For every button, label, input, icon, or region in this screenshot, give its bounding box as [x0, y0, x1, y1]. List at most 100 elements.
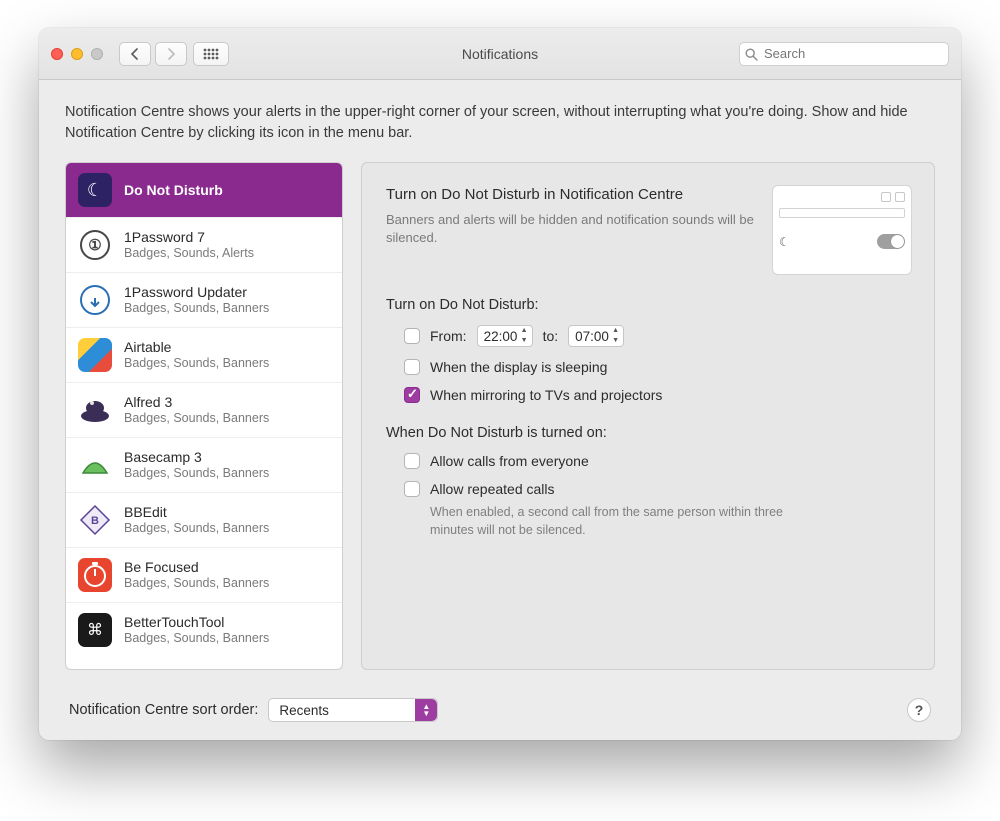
row-title: BBEdit: [124, 504, 269, 521]
zoom-window-button[interactable]: [91, 48, 103, 60]
1password-updater-icon: [78, 283, 112, 317]
window-controls: [51, 48, 103, 60]
settings-panel: Turn on Do Not Disturb in Notification C…: [361, 162, 935, 670]
to-label: to:: [543, 328, 559, 344]
sidebar-item-alfred[interactable]: Alfred 3 Badges, Sounds, Banners: [66, 383, 342, 438]
opt-from-time: From: 22:00 ▲▼ to: 07:00 ▲▼: [386, 325, 912, 347]
sidebar-item-bbedit[interactable]: B BBEdit Badges, Sounds, Banners: [66, 493, 342, 548]
opt-allow-calls[interactable]: Allow calls from everyone: [386, 453, 912, 469]
opt-label: Allow repeated calls: [430, 481, 555, 497]
1password-icon: ①: [78, 228, 112, 262]
chevron-right-icon: [166, 48, 176, 60]
moon-icon: ☾: [779, 235, 790, 249]
settings-subheading: Banners and alerts will be hidden and no…: [386, 211, 754, 247]
show-all-button[interactable]: [193, 42, 229, 66]
notification-centre-preview: ☾: [772, 185, 912, 275]
row-title: BetterTouchTool: [124, 614, 269, 631]
row-subtitle: Badges, Sounds, Alerts: [124, 246, 254, 261]
nav-buttons: [119, 42, 187, 66]
row-subtitle: Badges, Sounds, Banners: [124, 411, 269, 426]
alfred-icon: [78, 393, 112, 427]
intro-text: Notification Centre shows your alerts in…: [65, 102, 935, 144]
preferences-window: Notifications Notification Centre shows …: [39, 28, 961, 740]
opt-label: When the display is sleeping: [430, 359, 607, 375]
from-time-value: 22:00: [484, 329, 518, 344]
sidebar-item-be-focused[interactable]: Be Focused Badges, Sounds, Banners: [66, 548, 342, 603]
sidebar-item-do-not-disturb[interactable]: ☾ Do Not Disturb: [66, 163, 342, 218]
row-title: Be Focused: [124, 559, 269, 576]
close-window-button[interactable]: [51, 48, 63, 60]
allow-calls-checkbox[interactable]: [404, 453, 420, 469]
basecamp-icon: [78, 448, 112, 482]
chevron-left-icon: [130, 48, 140, 60]
row-title: 1Password 7: [124, 229, 254, 246]
sidebar-item-1password-updater[interactable]: 1Password Updater Badges, Sounds, Banner…: [66, 273, 342, 328]
forward-button[interactable]: [155, 42, 187, 66]
row-title: 1Password Updater: [124, 284, 269, 301]
sort-order-value: Recents: [279, 703, 329, 718]
row-title: Basecamp 3: [124, 449, 269, 466]
stepper-icon[interactable]: ▲▼: [610, 327, 621, 345]
row-subtitle: Badges, Sounds, Banners: [124, 576, 269, 591]
from-label: From:: [430, 328, 467, 344]
from-time-field[interactable]: 22:00 ▲▼: [477, 325, 533, 347]
row-subtitle: Badges, Sounds, Banners: [124, 521, 269, 536]
section-label: When Do Not Disturb is turned on:: [386, 425, 912, 441]
preview-toggle: [877, 234, 905, 249]
row-title: Alfred 3: [124, 394, 269, 411]
sidebar-item-basecamp[interactable]: Basecamp 3 Badges, Sounds, Banners: [66, 438, 342, 493]
bettertouchtool-icon: ⌘: [78, 613, 112, 647]
row-subtitle: Badges, Sounds, Banners: [124, 631, 269, 646]
stepper-icon[interactable]: ▲▼: [519, 327, 530, 345]
mirroring-checkbox[interactable]: [404, 387, 420, 403]
row-subtitle: Badges, Sounds, Banners: [124, 466, 269, 481]
app-list[interactable]: ☾ Do Not Disturb ① 1Password 7 Badges, S…: [65, 162, 343, 670]
dnd-on-section: When Do Not Disturb is turned on: Allow …: [386, 425, 912, 539]
sidebar-item-bettertouchtool[interactable]: ⌘ BetterTouchTool Badges, Sounds, Banner…: [66, 603, 342, 657]
repeated-calls-checkbox[interactable]: [404, 481, 420, 497]
display-sleeping-checkbox[interactable]: [404, 359, 420, 375]
opt-display-sleeping[interactable]: When the display is sleeping: [386, 359, 912, 375]
settings-header: Turn on Do Not Disturb in Notification C…: [386, 185, 912, 275]
preview-bar: [779, 208, 905, 218]
to-time-value: 07:00: [575, 329, 609, 344]
to-time-field[interactable]: 07:00 ▲▼: [568, 325, 624, 347]
section-label: Turn on Do Not Disturb:: [386, 297, 912, 313]
row-title: Airtable: [124, 339, 269, 356]
opt-mirroring[interactable]: When mirroring to TVs and projectors: [386, 387, 912, 403]
bbedit-icon: B: [78, 503, 112, 537]
titlebar: Notifications: [39, 28, 961, 80]
panels: ☾ Do Not Disturb ① 1Password 7 Badges, S…: [65, 162, 935, 670]
back-button[interactable]: [119, 42, 151, 66]
airtable-icon: [78, 338, 112, 372]
row-subtitle: Badges, Sounds, Banners: [124, 301, 269, 316]
grid-button-group: [193, 42, 229, 66]
from-checkbox[interactable]: [404, 328, 420, 344]
opt-label: When mirroring to TVs and projectors: [430, 387, 662, 403]
search-field-wrapper[interactable]: [739, 42, 949, 66]
moon-icon: ☾: [78, 173, 112, 207]
footer: Notification Centre sort order: Recents …: [65, 684, 935, 722]
dropdown-caret-icon: ▲▼: [415, 699, 437, 721]
grid-icon: [203, 48, 219, 60]
repeated-calls-note: When enabled, a second call from the sam…: [386, 503, 816, 539]
search-input[interactable]: [764, 46, 942, 61]
sidebar-item-airtable[interactable]: Airtable Badges, Sounds, Banners: [66, 328, 342, 383]
search-icon: [745, 48, 758, 61]
window-body: Notification Centre shows your alerts in…: [39, 80, 961, 740]
list-mini-icon: [895, 192, 905, 202]
settings-heading: Turn on Do Not Disturb in Notification C…: [386, 185, 754, 205]
sidebar-item-1password[interactable]: ① 1Password 7 Badges, Sounds, Alerts: [66, 218, 342, 273]
magnifier-mini-icon: [881, 192, 891, 202]
help-button[interactable]: ?: [907, 698, 931, 722]
sort-order-label: Notification Centre sort order:: [69, 702, 258, 718]
befocused-icon: [78, 558, 112, 592]
opt-repeated-calls[interactable]: Allow repeated calls: [386, 481, 912, 497]
svg-text:B: B: [91, 515, 99, 527]
minimize-window-button[interactable]: [71, 48, 83, 60]
opt-label: Allow calls from everyone: [430, 453, 589, 469]
row-subtitle: Badges, Sounds, Banners: [124, 356, 269, 371]
sort-order-select[interactable]: Recents ▲▼: [268, 698, 438, 722]
row-title: Do Not Disturb: [124, 182, 223, 199]
dnd-schedule-section: Turn on Do Not Disturb: From: 22:00 ▲▼ t…: [386, 297, 912, 403]
